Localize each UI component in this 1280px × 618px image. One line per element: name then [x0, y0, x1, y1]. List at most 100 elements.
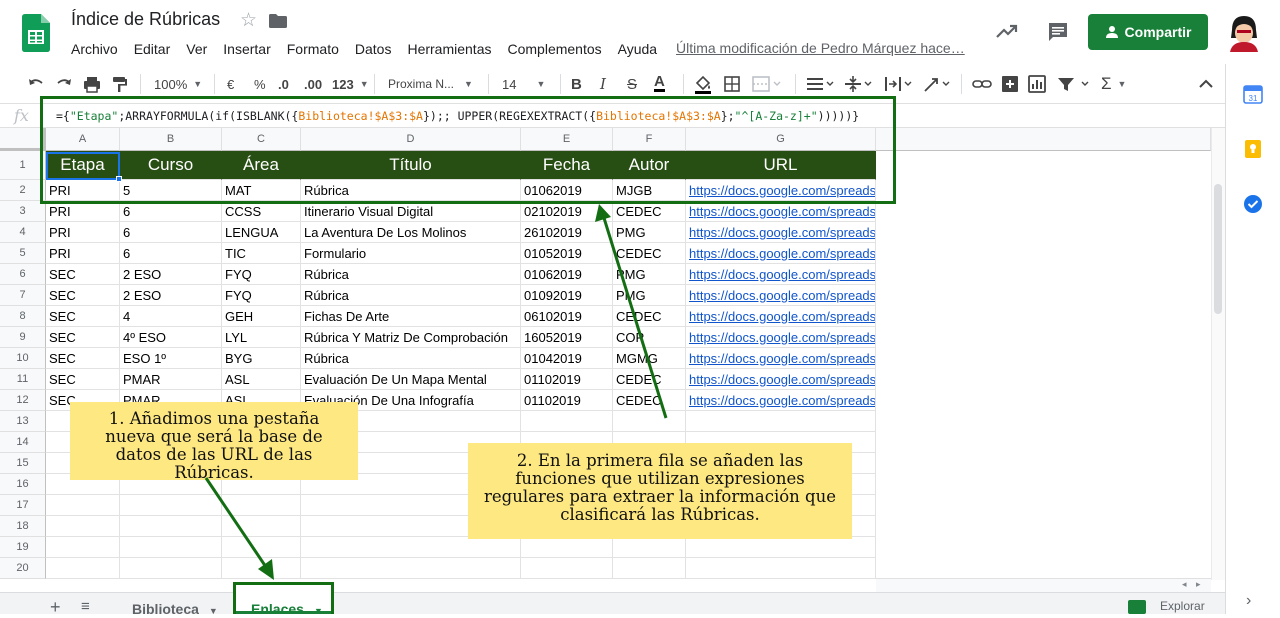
- menu-editar[interactable]: Editar: [126, 39, 179, 59]
- empty-cell[interactable]: [46, 516, 120, 537]
- table-cell[interactable]: PMAR: [120, 369, 222, 390]
- link-icon[interactable]: [972, 74, 992, 94]
- menu-archivo[interactable]: Archivo: [63, 39, 126, 59]
- table-cell[interactable]: 2 ESO: [120, 264, 222, 285]
- wrap-icon[interactable]: [884, 74, 914, 94]
- menu-formato[interactable]: Formato: [279, 39, 347, 59]
- sheet-list-icon[interactable]: ≡: [81, 598, 90, 615]
- last-edit-link[interactable]: Última modificación de Pedro Márquez hac…: [676, 40, 965, 56]
- print-icon[interactable]: [83, 74, 101, 94]
- url-cell[interactable]: https://docs.google.com/spreads: [686, 264, 876, 285]
- menu-insertar[interactable]: Insertar: [215, 39, 278, 59]
- scroll-right-icon[interactable]: ▸: [1196, 579, 1201, 590]
- explore-button[interactable]: Explorar: [1160, 599, 1205, 613]
- table-cell[interactable]: 01102019: [521, 369, 613, 390]
- increase-decimals-button[interactable]: .00: [304, 74, 322, 94]
- row-header-7[interactable]: 7: [0, 285, 46, 306]
- table-cell[interactable]: PRI: [46, 243, 120, 264]
- row-header-5[interactable]: 5: [0, 243, 46, 264]
- table-cell[interactable]: 02102019: [521, 201, 613, 222]
- empty-cell[interactable]: [120, 558, 222, 579]
- sheets-logo-icon[interactable]: [22, 14, 50, 52]
- tasks-icon[interactable]: [1243, 194, 1263, 214]
- table-cell[interactable]: 01102019: [521, 390, 613, 411]
- table-cell[interactable]: SEC: [46, 306, 120, 327]
- table-cell[interactable]: 06102019: [521, 306, 613, 327]
- table-cell[interactable]: PMG: [613, 285, 686, 306]
- empty-cell[interactable]: [120, 495, 222, 516]
- table-cell[interactable]: La Aventura De Los Molinos: [301, 222, 521, 243]
- table-cell[interactable]: FYQ: [222, 264, 301, 285]
- table-cell[interactable]: SEC: [46, 264, 120, 285]
- calendar-icon[interactable]: 31: [1243, 84, 1263, 104]
- table-cell[interactable]: 6: [120, 222, 222, 243]
- table-cell[interactable]: GEH: [222, 306, 301, 327]
- bold-button[interactable]: B: [571, 74, 582, 94]
- table-cell[interactable]: 01042019: [521, 348, 613, 369]
- borders-icon[interactable]: [724, 74, 740, 94]
- row-header-13[interactable]: 13: [0, 411, 46, 432]
- menu-ver[interactable]: Ver: [178, 39, 215, 59]
- strikethrough-button[interactable]: S: [627, 74, 637, 94]
- table-cell[interactable]: 4º ESO: [120, 327, 222, 348]
- menu-datos[interactable]: Datos: [347, 39, 400, 59]
- row-header-16[interactable]: 16: [0, 474, 46, 495]
- empty-cell[interactable]: [613, 537, 686, 558]
- table-cell[interactable]: 4: [120, 306, 222, 327]
- table-cell[interactable]: Rúbrica: [301, 264, 521, 285]
- row-header-6[interactable]: 6: [0, 264, 46, 285]
- empty-cell[interactable]: [46, 558, 120, 579]
- table-cell[interactable]: CEDEC: [613, 390, 686, 411]
- tab-biblioteca[interactable]: Biblioteca ▼: [118, 592, 230, 617]
- valign-icon[interactable]: [844, 74, 874, 94]
- table-cell[interactable]: SEC: [46, 327, 120, 348]
- table-cell[interactable]: Rúbrica Y Matriz De Comprobación: [301, 327, 521, 348]
- empty-cell[interactable]: [686, 411, 876, 432]
- table-cell[interactable]: BYG: [222, 348, 301, 369]
- more-formats-button[interactable]: 123 ▼: [332, 74, 369, 94]
- row-header-8[interactable]: 8: [0, 306, 46, 327]
- table-cell[interactable]: 2 ESO: [120, 285, 222, 306]
- keep-icon[interactable]: [1243, 139, 1263, 159]
- url-cell[interactable]: https://docs.google.com/spreads: [686, 201, 876, 222]
- undo-icon[interactable]: [27, 74, 45, 94]
- table-cell[interactable]: CEDEC: [613, 243, 686, 264]
- empty-cell[interactable]: [222, 558, 301, 579]
- url-cell[interactable]: https://docs.google.com/spreads: [686, 243, 876, 264]
- trend-icon[interactable]: [995, 21, 1019, 41]
- row-header-17[interactable]: 17: [0, 495, 46, 516]
- empty-cell[interactable]: [613, 411, 686, 432]
- url-cell[interactable]: https://docs.google.com/spreads: [686, 390, 876, 411]
- empty-cell[interactable]: [301, 558, 521, 579]
- empty-cell[interactable]: [686, 558, 876, 579]
- table-cell[interactable]: 26102019: [521, 222, 613, 243]
- empty-cell[interactable]: [222, 537, 301, 558]
- horizontal-scrollbar[interactable]: ◂ ▸: [876, 578, 1211, 592]
- empty-cell[interactable]: [222, 495, 301, 516]
- chart-icon[interactable]: [1028, 74, 1046, 94]
- collapse-icon[interactable]: [1198, 74, 1214, 94]
- table-cell[interactable]: TIC: [222, 243, 301, 264]
- url-cell[interactable]: https://docs.google.com/spreads: [686, 369, 876, 390]
- rotate-icon[interactable]: [922, 74, 954, 94]
- table-cell[interactable]: 01052019: [521, 243, 613, 264]
- font-family-select[interactable]: Proxima N... ▼: [388, 74, 473, 94]
- table-cell[interactable]: Formulario: [301, 243, 521, 264]
- functions-icon[interactable]: Σ ▼: [1101, 74, 1126, 94]
- row-header-4[interactable]: 4: [0, 222, 46, 243]
- fill-color-icon[interactable]: [694, 74, 712, 94]
- zoom-select[interactable]: 100% ▼: [154, 74, 202, 94]
- empty-cell[interactable]: [521, 411, 613, 432]
- table-cell[interactable]: SEC: [46, 348, 120, 369]
- table-cell[interactable]: Rúbrica: [301, 285, 521, 306]
- menu-ayuda[interactable]: Ayuda: [610, 39, 665, 59]
- share-button[interactable]: Compartir: [1088, 14, 1208, 50]
- table-cell[interactable]: PRI: [46, 201, 120, 222]
- table-cell[interactable]: Itinerario Visual Digital: [301, 201, 521, 222]
- vertical-scroll-thumb[interactable]: [1214, 184, 1222, 314]
- row-header-18[interactable]: 18: [0, 516, 46, 537]
- folder-icon[interactable]: [269, 14, 287, 28]
- table-cell[interactable]: PRI: [46, 222, 120, 243]
- italic-button[interactable]: I: [600, 74, 606, 94]
- table-cell[interactable]: CEDEC: [613, 201, 686, 222]
